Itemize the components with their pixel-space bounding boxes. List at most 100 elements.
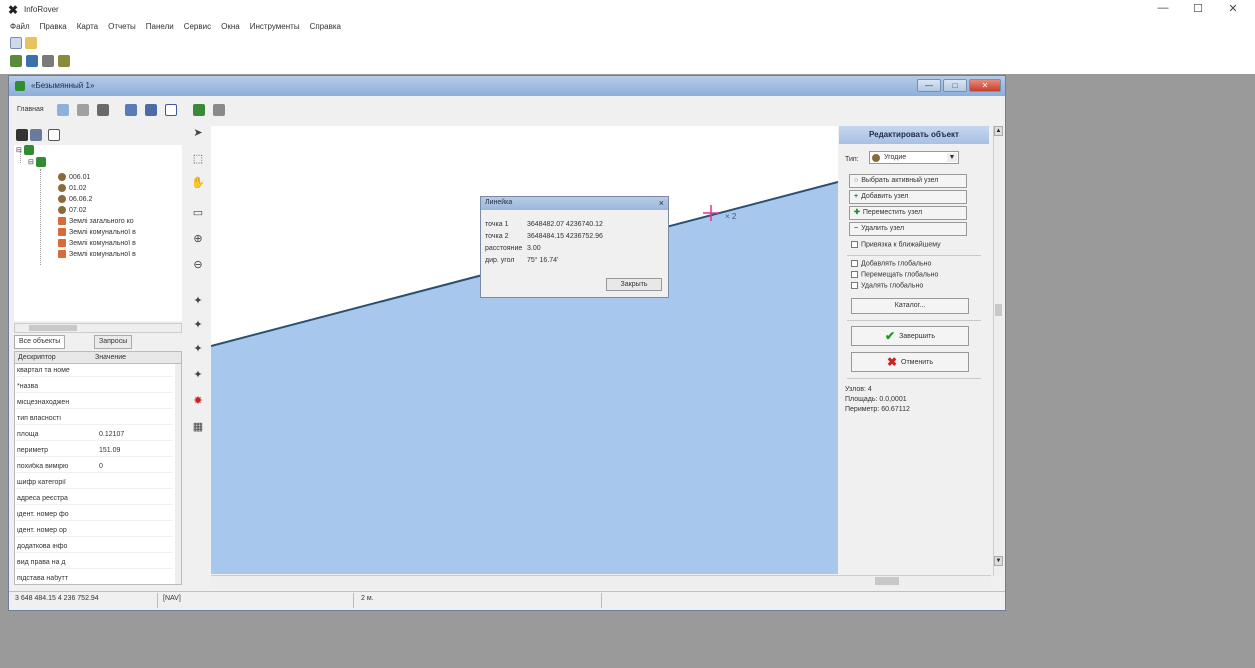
properties-scrollbar[interactable] xyxy=(175,364,181,584)
property-value[interactable]: 151.09 xyxy=(99,447,120,454)
tree-node[interactable]: 01.02 xyxy=(58,184,87,192)
doc-minimize-button[interactable]: — xyxy=(917,79,941,92)
map-canvas[interactable]: × 2 xyxy=(211,126,838,574)
snap-checkbox[interactable]: Привязка к ближайшему xyxy=(851,241,941,248)
pan-hand-icon[interactable]: ✋ xyxy=(189,175,207,191)
property-row[interactable]: ідент. номер ор xyxy=(15,526,173,537)
tree-node[interactable]: 006.01 xyxy=(58,173,90,181)
tree-node[interactable]: Землі комунальної в xyxy=(58,228,136,236)
minimize-button[interactable]: — xyxy=(1148,2,1178,18)
vertex-tool-icon[interactable]: ✦ xyxy=(189,293,207,309)
cancel-button[interactable]: ✖ Отменить xyxy=(851,352,969,372)
print-icon[interactable] xyxy=(42,55,54,67)
menu-panels[interactable]: Панели xyxy=(141,20,179,33)
scroll-thumb[interactable] xyxy=(29,325,77,331)
new-document-icon[interactable] xyxy=(10,37,22,49)
frame-icon[interactable] xyxy=(165,104,177,116)
property-row[interactable]: похибка вимірю 0 xyxy=(15,462,173,473)
close-button[interactable]: ✕ xyxy=(1218,2,1248,18)
checkbox-box[interactable] xyxy=(851,282,858,289)
layers-icon[interactable] xyxy=(58,55,70,67)
pen-icon[interactable] xyxy=(10,55,22,67)
delete-globally-checkbox[interactable]: Удалять глобально xyxy=(851,282,923,289)
zoom-box-icon[interactable]: ▭ xyxy=(189,205,207,221)
menu-edit[interactable]: Правка xyxy=(35,20,72,33)
property-value[interactable]: 0 xyxy=(99,463,103,470)
scroll-thumb[interactable] xyxy=(995,304,1002,316)
property-row[interactable]: шифр категорії xyxy=(15,478,173,489)
menu-tools[interactable]: Инструменты xyxy=(245,20,305,33)
binoculars-icon[interactable] xyxy=(16,129,28,141)
zoom-in-icon[interactable]: ⊕ xyxy=(189,231,207,247)
tree-node[interactable]: Землі комунальної в xyxy=(58,239,136,247)
property-row[interactable]: периметр 151.09 xyxy=(15,446,173,457)
property-row[interactable]: адреса реєстра xyxy=(15,494,173,505)
grid-tool-icon[interactable]: ▦ xyxy=(189,419,207,435)
catalog-button[interactable]: Каталог... xyxy=(851,298,969,314)
table-icon[interactable] xyxy=(213,104,225,116)
doc-maximize-button[interactable]: □ xyxy=(943,79,967,92)
value-header[interactable]: Значение xyxy=(95,354,126,361)
menu-file[interactable]: Файл xyxy=(0,20,35,33)
checkbox-box[interactable] xyxy=(851,260,858,267)
property-row[interactable]: місцезнаходжен xyxy=(15,398,173,409)
move-vertex-icon[interactable]: ✦ xyxy=(189,341,207,357)
home-label[interactable]: Главная xyxy=(17,106,44,113)
chevron-down-icon[interactable]: ▼ xyxy=(947,153,957,162)
document-icon[interactable] xyxy=(77,104,89,116)
delete-node-button[interactable]: − Удалить узел xyxy=(849,222,967,236)
tree-node[interactable]: Землі комунальної в xyxy=(58,250,136,258)
zoom-out-icon[interactable]: ⊖ xyxy=(189,257,207,273)
edit-pen-icon[interactable] xyxy=(193,104,205,116)
move-globally-checkbox[interactable]: Перемещать глобально xyxy=(851,271,938,278)
property-row[interactable]: тип власності xyxy=(15,414,173,425)
database-icon[interactable] xyxy=(97,104,109,116)
menu-windows[interactable]: Окна xyxy=(216,20,245,33)
property-row[interactable]: підстава набутт xyxy=(15,574,173,584)
ruler-close-button[interactable]: Закрыть xyxy=(606,278,662,291)
property-row[interactable]: квартал та номе xyxy=(15,366,173,377)
scroll-up-icon[interactable]: ▲ xyxy=(994,126,1003,136)
tree-root[interactable]: ⊟ xyxy=(16,145,37,155)
map-vertical-scrollbar[interactable]: ▲ ▼ xyxy=(993,126,1003,576)
menu-reports[interactable]: Отчеты xyxy=(103,20,141,33)
menu-help[interactable]: Справка xyxy=(305,20,346,33)
checkbox-box[interactable] xyxy=(851,241,858,248)
scroll-thumb[interactable] xyxy=(875,577,899,585)
maximize-button[interactable]: ☐ xyxy=(1183,2,1213,18)
doc-close-button[interactable]: ✕ xyxy=(969,79,1001,92)
property-value[interactable]: 0.12107 xyxy=(99,431,124,438)
select-active-node-button[interactable]: ○ Выбрать активный узел xyxy=(849,174,967,188)
map-horizontal-scrollbar[interactable] xyxy=(211,575,991,587)
checkbox-box[interactable] xyxy=(851,271,858,278)
select-tool-icon[interactable]: ⬚ xyxy=(189,151,207,167)
type-select[interactable]: Угодие ▼ xyxy=(869,151,959,164)
tab-queries[interactable]: Запросы xyxy=(94,335,133,349)
open-folder-icon[interactable] xyxy=(25,37,37,49)
save-icon[interactable] xyxy=(26,55,38,67)
table-view-icon[interactable] xyxy=(48,129,60,141)
tree-horizontal-scrollbar[interactable] xyxy=(14,323,182,333)
search-icon[interactable] xyxy=(57,104,69,116)
tree-layer[interactable]: ⊟ xyxy=(28,157,49,167)
scroll-down-icon[interactable]: ▼ xyxy=(994,556,1003,566)
property-row[interactable]: ідент. номер фо xyxy=(15,510,173,521)
property-row[interactable]: *назва xyxy=(15,382,173,393)
add-node-button[interactable]: + Добавить узел xyxy=(849,190,967,204)
tree-node[interactable]: 06.06.2 xyxy=(58,195,92,203)
property-row[interactable]: площа 0.12107 xyxy=(15,430,173,441)
property-row[interactable]: вид права на д xyxy=(15,558,173,569)
move-node-button[interactable]: ✚ Переместить узел xyxy=(849,206,967,220)
menu-map[interactable]: Карта xyxy=(72,20,103,33)
select-area-icon[interactable] xyxy=(145,104,157,116)
tree-node[interactable]: Землі загального ко xyxy=(58,217,134,225)
add-globally-checkbox[interactable]: Добавлять глобально xyxy=(851,260,931,267)
delete-vertex-icon[interactable]: ✦ xyxy=(189,367,207,383)
menu-service[interactable]: Сервис xyxy=(179,20,216,33)
close-icon[interactable]: × xyxy=(659,198,664,208)
select-icon[interactable] xyxy=(125,104,137,116)
pointer-icon[interactable]: ➤ xyxy=(189,125,207,141)
tree-node[interactable]: 07.02 xyxy=(58,206,87,214)
descriptor-header[interactable]: Дескриптор xyxy=(18,354,56,361)
tab-all-objects[interactable]: Все объекты xyxy=(14,335,66,349)
